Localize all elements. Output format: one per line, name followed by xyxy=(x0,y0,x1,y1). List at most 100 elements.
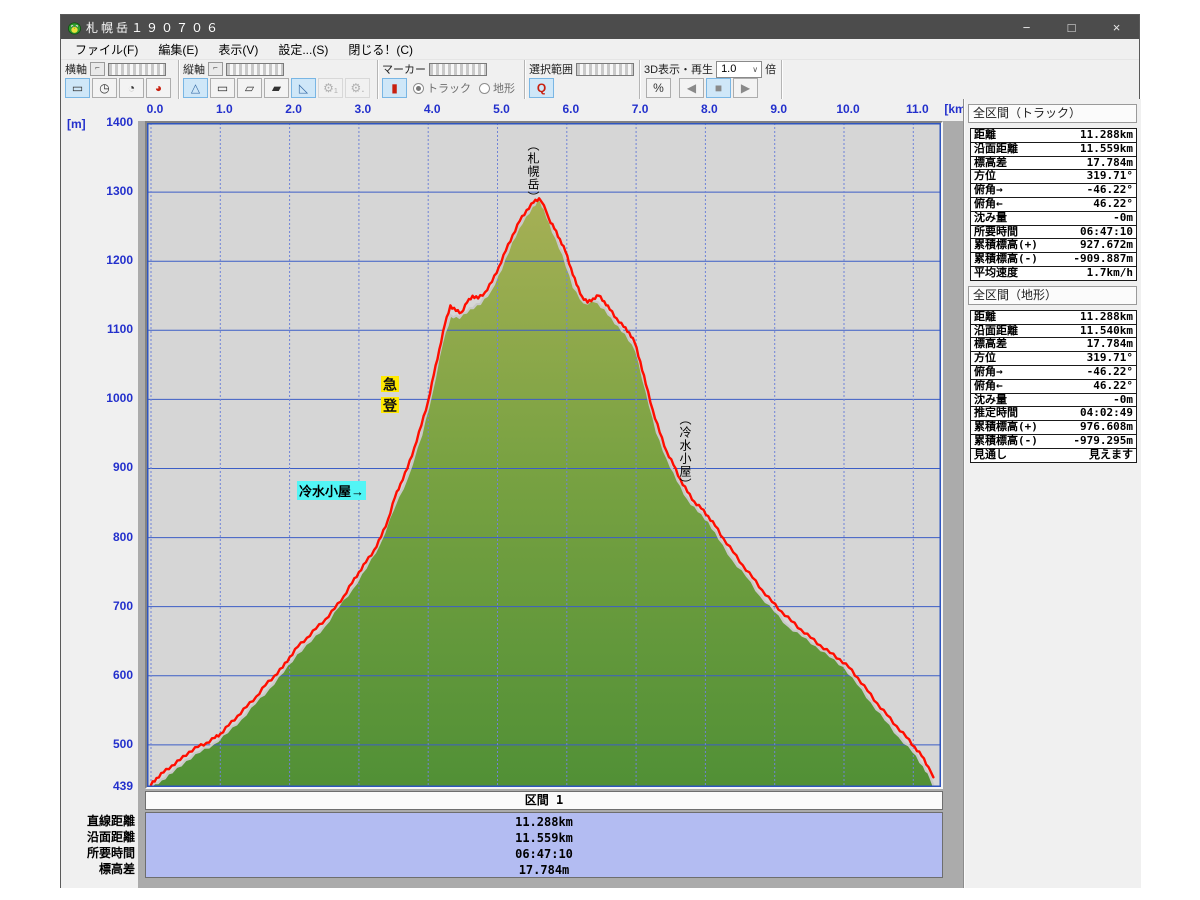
xaxis-distance-button: ▭ xyxy=(65,78,90,98)
toolbar-group-playback: 3D表示・再生 1.0 ∨ 倍 % ◀ ■ ▶ xyxy=(640,60,782,100)
yaxis-scale-slider[interactable] xyxy=(226,63,284,76)
yaxis-speed-button: ▱ xyxy=(237,78,262,98)
xaxis-group-label: 横軸 xyxy=(65,61,87,77)
mountain-icon[interactable]: △ xyxy=(191,81,200,95)
timer-icon[interactable]: ◕ xyxy=(155,81,162,95)
stat-row: 累積標高(-)-909.887m xyxy=(970,253,1137,267)
y-tick-label: 1300 xyxy=(69,184,133,198)
stat-label: 方位 xyxy=(974,170,996,183)
x-tick-label: 10.0 xyxy=(828,102,868,116)
clock-icon[interactable]: ◷ xyxy=(99,81,109,95)
minimize-button[interactable]: − xyxy=(1004,15,1049,39)
play-icon[interactable]: ▶ xyxy=(741,81,750,95)
playback-rewind-button: ◀ xyxy=(679,78,704,98)
stat-row: 距離11.288km xyxy=(970,311,1137,325)
stat-value: -0m xyxy=(1113,394,1133,407)
ruler-icon[interactable]: ▭ xyxy=(72,81,83,95)
x-tick-label: 6.0 xyxy=(551,102,591,116)
title-bar: 札幌岳１９０７０６ − □ × xyxy=(61,15,1139,39)
car-icon[interactable]: ▱ xyxy=(245,81,254,95)
track-stats-table: 距離11.288km沿面距離11.559km標高差17.784m方位319.71… xyxy=(970,128,1137,281)
menu-item[interactable]: 編集(E) xyxy=(148,41,208,58)
stat-value: 1.7km/h xyxy=(1087,267,1133,280)
xaxis-time-number-button: ◔ xyxy=(119,78,144,98)
stat-row: 累積標高(-)-979.295m xyxy=(970,435,1137,449)
menu-item[interactable]: 設定...(S) xyxy=(268,41,338,58)
y-tick-label: 1000 xyxy=(69,391,133,405)
peak-annotation: （札幌岳） xyxy=(526,139,540,204)
marker-pen-button: ▮ xyxy=(382,78,407,98)
stat-label: 俯角→ xyxy=(974,184,1003,197)
stat-label: 所要時間 xyxy=(974,226,1018,239)
slope-icon[interactable]: ◺ xyxy=(299,81,308,95)
stat-label: 標高差 xyxy=(974,338,1007,351)
section-label: 所要時間 xyxy=(61,845,135,861)
app-window: 札幌岳１９０７０６ − □ × ファイル(F)編集(E)表示(V)設定...(S… xyxy=(60,14,1140,888)
xaxis-mini-button[interactable]: ⌐ xyxy=(90,62,105,76)
rewind-icon[interactable]: ◀ xyxy=(687,81,696,95)
stats-panel: 全区間（トラック） 距離11.288km沿面距離11.559km標高差17.78… xyxy=(963,99,1141,888)
toolbar-group-yaxis: 縦軸 ⌐ △ ▭ ▱ ▰ ◺ ⚙₁ ⚙. xyxy=(179,60,378,100)
no-3d-icon[interactable]: % xyxy=(653,81,664,95)
stat-row: 沿面距離11.559km xyxy=(970,143,1137,157)
stat-value: -979.295m xyxy=(1073,435,1133,448)
menu-item[interactable]: ファイル(F) xyxy=(65,41,148,58)
menu-item[interactable]: 閉じる！(C) xyxy=(338,41,423,58)
maximize-button[interactable]: □ xyxy=(1049,15,1094,39)
section-label: 直線距離 xyxy=(61,813,135,829)
chevron-down-icon: ∨ xyxy=(752,65,761,74)
close-button[interactable]: × xyxy=(1094,15,1139,39)
stat-label: 累積標高(+) xyxy=(974,239,1038,252)
yaxis-mini-button[interactable]: ⌐ xyxy=(208,62,223,76)
xaxis-scale-slider[interactable] xyxy=(108,63,166,76)
marker-pen-icon[interactable]: ▮ xyxy=(391,81,398,95)
stat-value: 11.288km xyxy=(1080,129,1133,142)
gear2-icon[interactable]: ⚙. xyxy=(350,81,364,95)
stat-value: 17.784m xyxy=(1087,338,1133,351)
x-tick-label: 11.0 xyxy=(897,102,937,116)
marker-group-label: マーカー xyxy=(382,61,426,77)
y-tick-label: 700 xyxy=(69,599,133,613)
playback-speed-select[interactable]: 1.0 ∨ xyxy=(716,61,762,78)
xaxis-elapsed-button: ◕ xyxy=(146,78,171,98)
gear1-icon[interactable]: ⚙₁ xyxy=(323,81,338,95)
playback-play-button: ▶ xyxy=(733,78,758,98)
marker-slider[interactable] xyxy=(429,63,487,76)
x-tick-label: 8.0 xyxy=(689,102,729,116)
x-tick-label: 0.0 xyxy=(135,102,175,116)
x-tick-label: 7.0 xyxy=(620,102,660,116)
stat-value: -0m xyxy=(1113,212,1133,225)
y-tick-label: 800 xyxy=(69,530,133,544)
stop-icon[interactable]: ■ xyxy=(715,81,722,95)
toolbar-group-selection: 選択範囲 Q xyxy=(525,60,640,100)
toolbar-group-xaxis: 横軸 ⌐ ▭ ◷ ◔ ◕ xyxy=(61,60,179,100)
x-tick-label: 3.0 xyxy=(343,102,383,116)
yaxis-option2-button: ⚙. xyxy=(345,78,370,98)
playback-group-label: 3D表示・再生 xyxy=(644,61,713,77)
elevation-profile-plot[interactable] xyxy=(145,121,943,789)
stat-label: 距離 xyxy=(974,311,996,324)
lasso-pen-icon[interactable]: Q xyxy=(537,81,546,95)
marker-track-radio[interactable]: トラック xyxy=(413,80,471,96)
selection-button: Q xyxy=(529,78,554,98)
menu-item[interactable]: 表示(V) xyxy=(208,41,268,58)
stat-value: 927.672m xyxy=(1080,239,1133,252)
y-tick-label: 900 xyxy=(69,460,133,474)
stat-row: 見通し見えます xyxy=(970,449,1137,463)
marker-terrain-radio[interactable]: 地形 xyxy=(479,80,515,96)
marker-terrain-label: 地形 xyxy=(493,80,515,96)
stat-value: 11.559km xyxy=(1080,143,1133,156)
stat-value: 46.22° xyxy=(1093,380,1133,393)
stat-value: 46.22° xyxy=(1093,198,1133,211)
section-value: 11.288km xyxy=(146,814,942,830)
stat-label: 累積標高(-) xyxy=(974,253,1038,266)
y-tick-label: 439 xyxy=(69,779,133,793)
stat-row: 方位319.71° xyxy=(970,352,1137,366)
car-gauge-icon[interactable]: ▰ xyxy=(272,81,281,95)
stat-value: 11.540km xyxy=(1080,325,1133,338)
selection-slider[interactable] xyxy=(576,63,634,76)
y-tick-label: 500 xyxy=(69,737,133,751)
clock-number-icon[interactable]: ◔ xyxy=(128,81,135,95)
yaxis-elevation-button: △ xyxy=(183,78,208,98)
ruler-icon[interactable]: ▭ xyxy=(217,81,228,95)
